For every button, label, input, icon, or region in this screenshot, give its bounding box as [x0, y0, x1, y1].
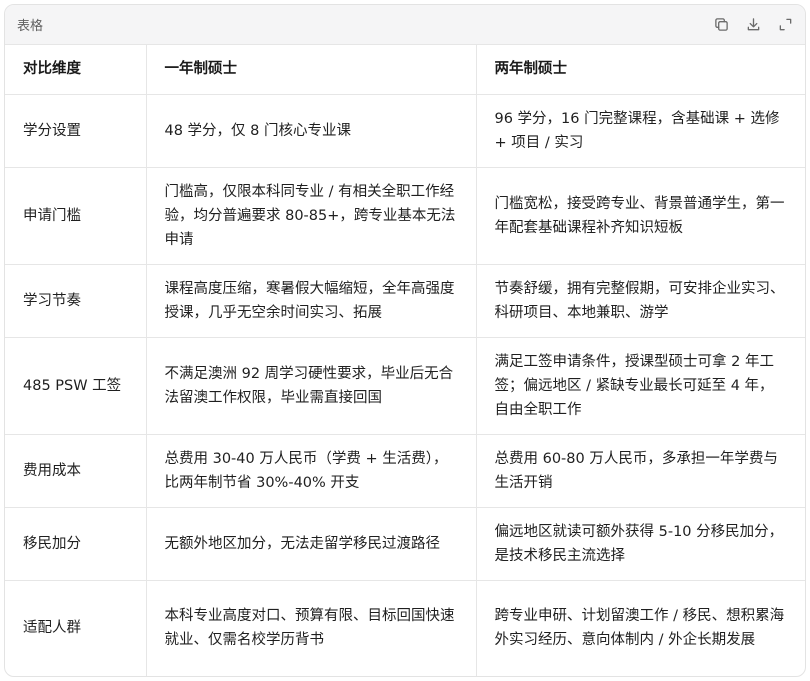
dimension-cell: 移民加分: [5, 507, 147, 581]
download-icon: [747, 18, 759, 31]
column-header: 一年制硕士: [146, 45, 477, 95]
one-year-cell: 不满足澳洲 92 周学习硬性要求，毕业后无合法留澳工作权限，毕业需直接回国: [146, 337, 477, 435]
one-year-cell: 本科专业高度对口、预算有限、目标回国快速就业、仅需名校学历背书: [146, 580, 477, 676]
table-row: 学分设置 48 学分，仅 8 门核心专业课 96 学分，16 门完整课程，含基础…: [5, 94, 805, 168]
copy-button[interactable]: [713, 17, 729, 33]
table-card: 表格 对比维度 一年制硕士 两年制硕士 学分设置 48 学分，仅 8 门核心专业…: [4, 4, 806, 677]
download-button[interactable]: [745, 17, 761, 33]
expand-button[interactable]: [777, 17, 793, 33]
table-row: 费用成本 总费用 30-40 万人民币（学费 + 生活费），比两年制节省 30%…: [5, 434, 805, 508]
one-year-cell: 48 学分，仅 8 门核心专业课: [146, 94, 477, 168]
dimension-cell: 学分设置: [5, 94, 147, 168]
two-year-cell: 门槛宽松，接受跨专业、背景普通学生，第一年配套基础课程补齐知识短板: [476, 167, 805, 265]
dimension-cell: 学习节奏: [5, 264, 147, 338]
dimension-cell: 费用成本: [5, 434, 147, 508]
dimension-cell: 485 PSW 工签: [5, 337, 147, 435]
two-year-cell: 节奏舒缓，拥有完整假期，可安排企业实习、科研项目、本地兼职、游学: [476, 264, 805, 338]
two-year-cell: 总费用 60-80 万人民币，多承担一年学费与生活开销: [476, 434, 805, 508]
one-year-cell: 无额外地区加分，无法走留学移民过渡路径: [146, 507, 477, 581]
table-row: 申请门槛 门槛高，仅限本科同专业 / 有相关全职工作经验，均分普遍要求 80-8…: [5, 167, 805, 265]
table-row: 485 PSW 工签 不满足澳洲 92 周学习硬性要求，毕业后无合法留澳工作权限…: [5, 337, 805, 435]
dimension-cell: 适配人群: [5, 580, 147, 676]
two-year-cell: 跨专业申研、计划留澳工作 / 移民、想积累海外实习经历、意向体制内 / 外企长期…: [494, 608, 785, 649]
two-year-cell: 96 学分，16 门完整课程，含基础课 + 选修 + 项目 / 实习: [476, 94, 805, 168]
column-header: 对比维度: [5, 45, 147, 95]
two-year-cell: 偏远地区就读可额外获得 5-10 分移民加分，是技术移民主流选择: [476, 507, 805, 581]
table-row: 适配人群 本科专业高度对口、预算有限、目标回国快速就业、仅需名校学历背书 跨专业…: [5, 580, 805, 676]
expand-icon: [779, 18, 791, 31]
column-header: 两年制硕士: [476, 45, 805, 95]
comparison-table: 对比维度 一年制硕士 两年制硕士 学分设置 48 学分，仅 8 门核心专业课 9…: [5, 45, 805, 676]
one-year-cell: 总费用 30-40 万人民币（学费 + 生活费），比两年制节省 30%-40% …: [146, 434, 477, 508]
card-header: 表格: [5, 5, 805, 45]
table-header-row: 对比维度 一年制硕士 两年制硕士: [5, 45, 805, 95]
dimension-cell: 申请门槛: [5, 167, 147, 265]
toolbar: [713, 17, 793, 33]
one-year-cell: 课程高度压缩，寒暑假大幅缩短，全年高强度授课，几乎无空余时间实习、拓展: [146, 264, 477, 338]
one-year-cell: 门槛高，仅限本科同专业 / 有相关全职工作经验，均分普遍要求 80-85+，跨专…: [146, 167, 477, 265]
copy-icon: [714, 18, 728, 31]
two-year-cell: 满足工签申请条件，授课型硕士可拿 2 年工签；偏远地区 / 紧缺专业最长可延至 …: [476, 337, 805, 435]
table-row: 学习节奏 课程高度压缩，寒暑假大幅缩短，全年高强度授课，几乎无空余时间实习、拓展…: [5, 264, 805, 338]
card-title: 表格: [17, 19, 44, 34]
table-row: 移民加分 无额外地区加分，无法走留学移民过渡路径 偏远地区就读可额外获得 5-1…: [5, 507, 805, 581]
